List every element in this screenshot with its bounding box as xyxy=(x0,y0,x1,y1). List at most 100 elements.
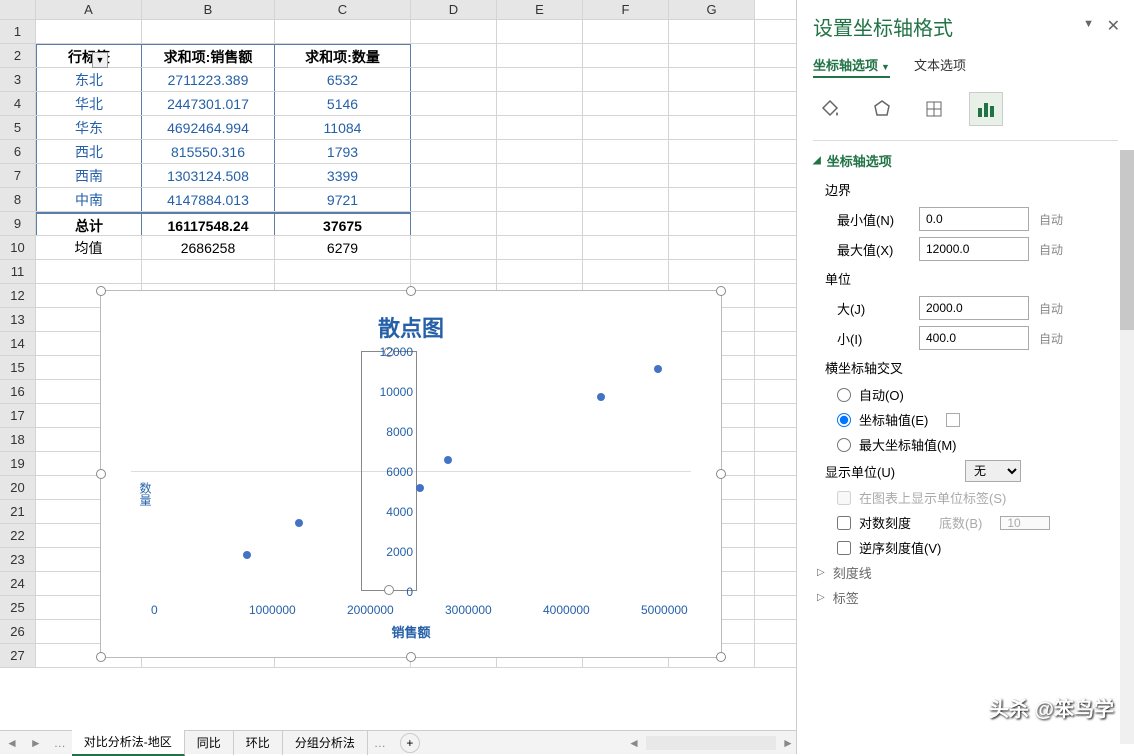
cell-C5[interactable]: 11084 xyxy=(275,116,411,139)
effects-icon[interactable] xyxy=(865,92,899,126)
cell-F8[interactable] xyxy=(583,188,669,211)
cell-B8[interactable]: 4147884.013 xyxy=(142,188,275,211)
panel-dropdown-icon[interactable]: ▼ xyxy=(1083,18,1094,30)
tab-mom[interactable]: 环比 xyxy=(234,731,283,755)
cell-D5[interactable] xyxy=(411,116,497,139)
scatter-point[interactable] xyxy=(295,519,303,527)
cell-D2[interactable] xyxy=(411,44,497,67)
cell-C1[interactable] xyxy=(275,20,411,43)
cell-D7[interactable] xyxy=(411,164,497,187)
major-input[interactable] xyxy=(919,296,1029,320)
cell-E6[interactable] xyxy=(497,140,583,163)
cell-G2[interactable] xyxy=(669,44,755,67)
cell-F7[interactable] xyxy=(583,164,669,187)
cell-C6[interactable]: 1793 xyxy=(275,140,411,163)
cell-C7[interactable]: 3399 xyxy=(275,164,411,187)
cell-A4[interactable]: 华北 xyxy=(36,92,142,115)
cell-A2[interactable]: 行标签▼ xyxy=(36,44,142,67)
axis-options-icon[interactable] xyxy=(969,92,1003,126)
cell-A7[interactable]: 西南 xyxy=(36,164,142,187)
max-input[interactable] xyxy=(919,237,1029,261)
cell-C3[interactable]: 6532 xyxy=(275,68,411,91)
cell-F6[interactable] xyxy=(583,140,669,163)
tab-group[interactable]: 分组分析法 xyxy=(283,731,368,755)
scatter-point[interactable] xyxy=(654,365,662,373)
row-22[interactable]: 22 xyxy=(0,524,36,547)
cross-max-radio[interactable] xyxy=(837,438,851,452)
cell-E11[interactable] xyxy=(497,260,583,283)
col-A[interactable]: A xyxy=(36,0,142,19)
cell-E9[interactable] xyxy=(497,212,583,235)
cell-A5[interactable]: 华东 xyxy=(36,116,142,139)
row-2[interactable]: 2 xyxy=(0,44,36,67)
scatter-point[interactable] xyxy=(416,484,424,492)
scatter-point[interactable] xyxy=(243,551,251,559)
tab-nav-prev[interactable]: ◄ xyxy=(0,736,24,750)
row-7[interactable]: 7 xyxy=(0,164,36,187)
cell-F4[interactable] xyxy=(583,92,669,115)
cell-E5[interactable] xyxy=(497,116,583,139)
hscroll-left[interactable]: ◄ xyxy=(626,736,642,750)
cell-G1[interactable] xyxy=(669,20,755,43)
cell-E2[interactable] xyxy=(497,44,583,67)
panel-scrollbar[interactable] xyxy=(1120,150,1134,744)
log-scale-check[interactable] xyxy=(837,516,851,530)
panel-tab-axis-options[interactable]: 坐标轴选项▼ xyxy=(813,55,890,78)
cell-G3[interactable] xyxy=(669,68,755,91)
cell-G4[interactable] xyxy=(669,92,755,115)
row-5[interactable]: 5 xyxy=(0,116,36,139)
row-21[interactable]: 21 xyxy=(0,500,36,523)
cell-E10[interactable] xyxy=(497,236,583,259)
add-sheet-button[interactable]: + xyxy=(400,733,420,753)
row-9[interactable]: 9 xyxy=(0,212,36,235)
tab-nav-ellipsis[interactable]: … xyxy=(48,736,72,750)
reverse-check[interactable] xyxy=(837,541,851,555)
cell-G10[interactable] xyxy=(669,236,755,259)
row-8[interactable]: 8 xyxy=(0,188,36,211)
panel-tab-text-options[interactable]: 文本选项 xyxy=(914,55,966,78)
col-G[interactable]: G xyxy=(669,0,755,19)
section-axis-options[interactable]: ◢坐标轴选项 xyxy=(813,151,1118,170)
cell-F3[interactable] xyxy=(583,68,669,91)
row-15[interactable]: 15 xyxy=(0,356,36,379)
cell-G7[interactable] xyxy=(669,164,755,187)
cell-E4[interactable] xyxy=(497,92,583,115)
tab-nav-next[interactable]: ► xyxy=(24,736,48,750)
cell-A11[interactable] xyxy=(36,260,142,283)
cell-A9[interactable]: 总计 xyxy=(36,212,142,235)
cell-C2[interactable]: 求和项:数量 xyxy=(275,44,411,67)
cell-D11[interactable] xyxy=(411,260,497,283)
cell-B7[interactable]: 1303124.508 xyxy=(142,164,275,187)
cross-value-input[interactable] xyxy=(946,413,960,427)
cell-C8[interactable]: 9721 xyxy=(275,188,411,211)
min-input[interactable] xyxy=(919,207,1029,231)
row-4[interactable]: 4 xyxy=(0,92,36,115)
minor-input[interactable] xyxy=(919,326,1029,350)
tab-compare-region[interactable]: 对比分析法-地区 xyxy=(72,730,185,756)
filter-dropdown-icon[interactable]: ▼ xyxy=(92,52,108,68)
cell-B9[interactable]: 16117548.24 xyxy=(142,212,275,235)
row-27[interactable]: 27 xyxy=(0,644,36,667)
cell-F5[interactable] xyxy=(583,116,669,139)
section-labels[interactable]: ▷标签 xyxy=(817,588,1118,607)
chart-plot-area[interactable]: 数量 120001000080006000400020000 010000002… xyxy=(131,351,691,641)
chart-title[interactable]: 散点图 xyxy=(101,311,721,343)
cell-C11[interactable] xyxy=(275,260,411,283)
row-20[interactable]: 20 xyxy=(0,476,36,499)
cell-F1[interactable] xyxy=(583,20,669,43)
cell-D8[interactable] xyxy=(411,188,497,211)
cell-B6[interactable]: 815550.316 xyxy=(142,140,275,163)
cell-F11[interactable] xyxy=(583,260,669,283)
cell-E8[interactable] xyxy=(497,188,583,211)
size-icon[interactable] xyxy=(917,92,951,126)
cell-D4[interactable] xyxy=(411,92,497,115)
cell-B3[interactable]: 2711223.389 xyxy=(142,68,275,91)
col-D[interactable]: D xyxy=(411,0,497,19)
col-E[interactable]: E xyxy=(497,0,583,19)
cell-F9[interactable] xyxy=(583,212,669,235)
tab-yoy[interactable]: 同比 xyxy=(185,731,234,755)
row-13[interactable]: 13 xyxy=(0,308,36,331)
cell-A1[interactable] xyxy=(36,20,142,43)
cell-F10[interactable] xyxy=(583,236,669,259)
cell-E7[interactable] xyxy=(497,164,583,187)
